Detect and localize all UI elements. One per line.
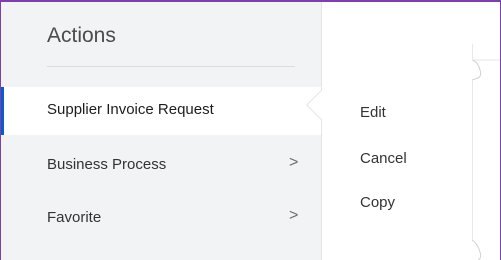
chevron-right-icon: > <box>289 207 299 224</box>
submenu-popup: Edit Cancel Copy <box>322 2 472 260</box>
actions-panel: Actions Supplier Invoice Request Busines… <box>1 2 322 260</box>
menu-item-supplier-invoice-request[interactable]: Supplier Invoice Request <box>1 87 321 135</box>
menu-item-label: Supplier Invoice Request <box>47 101 214 118</box>
chevron-right-icon: > <box>289 154 299 171</box>
menu-item-business-process[interactable]: Business Process > <box>1 142 321 190</box>
submenu-item-copy[interactable]: Copy <box>360 194 395 211</box>
submenu-item-edit[interactable]: Edit <box>360 104 386 121</box>
menu-item-favorite[interactable]: Favorite > <box>1 195 321 243</box>
selected-indicator <box>1 87 4 135</box>
actions-panel-title: Actions <box>47 24 116 47</box>
menu-item-label: Favorite <box>47 209 102 226</box>
menu-item-label: Business Process <box>47 156 167 173</box>
divider <box>47 66 295 67</box>
background-content-edge <box>472 0 500 260</box>
submenu-item-cancel[interactable]: Cancel <box>360 150 407 167</box>
